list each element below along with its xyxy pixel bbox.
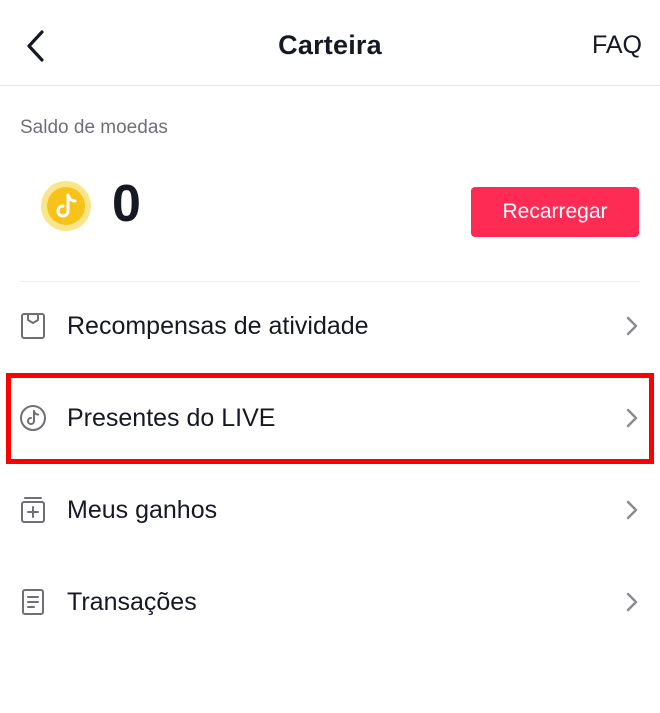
chevron-right-icon: [626, 500, 638, 520]
page-title: Carteira: [278, 30, 382, 60]
menu-item-label: Meus ganhos: [67, 496, 218, 524]
menu-item-live-gifts[interactable]: Presentes do LIVE: [0, 373, 660, 465]
faq-link[interactable]: FAQ: [592, 31, 642, 60]
menu-item-activity-rewards[interactable]: Recompensas de atividade: [0, 281, 660, 373]
tiktok-circle-icon: [20, 405, 46, 431]
chevron-right-icon: [626, 592, 638, 612]
chevron-right-icon: [626, 408, 638, 428]
coin-balance-value: 0: [112, 175, 141, 233]
gift-box-icon: [21, 313, 45, 339]
menu-item-label: Presentes do LIVE: [67, 404, 276, 432]
menu-item-label: Transações: [67, 588, 197, 616]
document-list-icon: [22, 589, 44, 615]
coin-icon: [41, 181, 91, 231]
recharge-button[interactable]: Recarregar: [471, 187, 639, 237]
menu-item-label: Recompensas de atividade: [67, 312, 369, 340]
app-header: Carteira FAQ: [0, 0, 660, 86]
chevron-right-icon: [626, 316, 638, 336]
menu-item-transactions[interactable]: Transações: [0, 557, 660, 649]
menu-item-my-earnings[interactable]: Meus ganhos: [0, 465, 660, 557]
earnings-box-icon: [21, 497, 45, 523]
coin-balance-label: Saldo de moedas: [20, 117, 168, 138]
